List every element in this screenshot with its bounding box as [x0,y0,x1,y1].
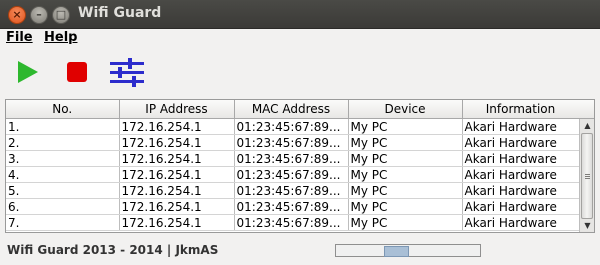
play-icon [18,61,38,83]
grip-line [585,176,590,177]
table-row[interactable]: 1. 172.16.254.1 01:23:45:67:89... My PC … [6,118,580,135]
window-title: Wifi Guard [78,5,162,21]
cell-device: My PC [348,134,463,151]
cell-no: 4. [6,166,120,183]
cell-device: My PC [348,182,463,199]
cell-no: 5. [6,182,120,199]
device-table: No. IP Address MAC Address Device Inform… [5,99,595,233]
column-header-information[interactable]: Information [462,100,580,119]
cell-ip-address: 172.16.254.1 [119,198,235,215]
status-text: Wifi Guard 2013 - 2014 | JkmAS [7,243,219,257]
cell-ip-address: 172.16.254.1 [119,134,235,151]
cell-information: Akari Hardware [462,150,580,167]
table-row[interactable]: 2. 172.16.254.1 01:23:45:67:89... My PC … [6,134,580,151]
cell-information: Akari Hardware [462,166,580,183]
cell-no: 7. [6,214,120,231]
cell-device: My PC [348,150,463,167]
column-header-ip-address[interactable]: IP Address [119,100,235,119]
start-button[interactable] [12,57,42,87]
progress-indicator [384,246,409,257]
menu-file[interactable]: File [6,30,33,45]
minimize-window-button[interactable]: – [30,6,48,24]
scrollbar-thumb[interactable] [581,133,593,219]
title-bar: × – □ Wifi Guard [0,0,600,29]
table-header-corner [579,100,594,119]
column-header-no[interactable]: No. [6,100,120,119]
cell-ip-address: 172.16.254.1 [119,182,235,199]
table-vertical-scrollbar[interactable]: ▲ ▼ [579,119,594,232]
cell-no: 2. [6,134,120,151]
close-window-button[interactable]: × [8,6,26,24]
table-row[interactable]: 6. 172.16.254.1 01:23:45:67:89... My PC … [6,198,580,215]
cell-information: Akari Hardware [462,214,580,231]
stop-icon [67,62,87,82]
table-header-row: No. IP Address MAC Address Device Inform… [6,100,580,119]
cell-device: My PC [348,198,463,215]
status-bar: Wifi Guard 2013 - 2014 | JkmAS [0,236,600,265]
cell-device: My PC [348,214,463,231]
cell-ip-address: 172.16.254.1 [119,214,235,231]
menu-bar: File Help [0,28,600,48]
cell-device: My PC [348,166,463,183]
cell-no: 6. [6,198,120,215]
cell-device: My PC [348,118,463,135]
cell-information: Akari Hardware [462,182,580,199]
column-header-device[interactable]: Device [348,100,463,119]
cell-no: 1. [6,118,120,135]
cell-mac-address: 01:23:45:67:89... [234,166,349,183]
menu-help[interactable]: Help [44,30,77,45]
cell-ip-address: 172.16.254.1 [119,118,235,135]
cell-mac-address: 01:23:45:67:89... [234,150,349,167]
cell-mac-address: 01:23:45:67:89... [234,118,349,135]
column-header-mac-address[interactable]: MAC Address [234,100,349,119]
cell-no: 3. [6,150,120,167]
grip-line [585,178,590,179]
toolbar [0,52,600,92]
cell-mac-address: 01:23:45:67:89... [234,214,349,231]
cell-mac-address: 01:23:45:67:89... [234,182,349,199]
table-row[interactable]: 7. 172.16.254.1 01:23:45:67:89... My PC … [6,214,580,231]
scroll-down-arrow[interactable]: ▼ [580,219,594,232]
settings-button[interactable] [108,57,146,87]
stop-button[interactable] [62,57,92,87]
table-row[interactable]: 4. 172.16.254.1 01:23:45:67:89... My PC … [6,166,580,183]
cell-information: Akari Hardware [462,134,580,151]
sliders-icon [110,58,144,87]
cell-ip-address: 172.16.254.1 [119,166,235,183]
cell-information: Akari Hardware [462,198,580,215]
cell-information: Akari Hardware [462,118,580,135]
scroll-up-arrow[interactable]: ▲ [580,119,594,132]
cell-mac-address: 01:23:45:67:89... [234,198,349,215]
grip-line [585,174,590,175]
cell-ip-address: 172.16.254.1 [119,150,235,167]
cell-mac-address: 01:23:45:67:89... [234,134,349,151]
table-row[interactable]: 5. 172.16.254.1 01:23:45:67:89... My PC … [6,182,580,199]
maximize-window-button[interactable]: □ [52,6,70,24]
scan-progress-bar [335,244,481,257]
table-row[interactable]: 3. 172.16.254.1 01:23:45:67:89... My PC … [6,150,580,167]
